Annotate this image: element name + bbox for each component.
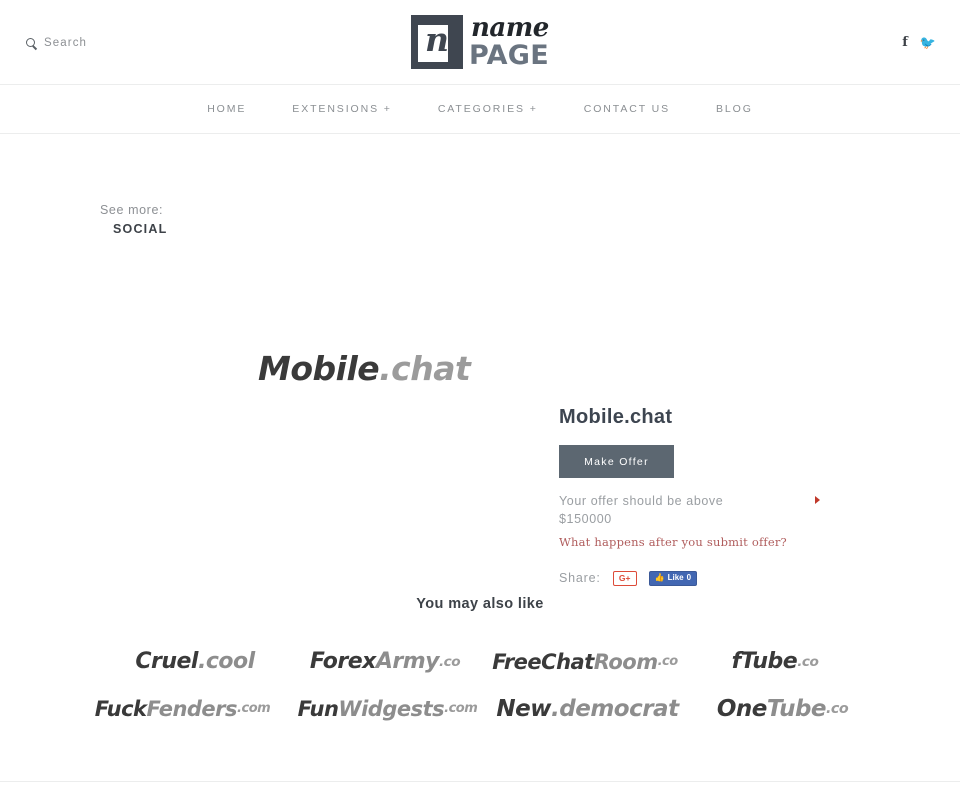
domain-banner-name: Mobile — [258, 349, 380, 388]
facebook-like-label: Like — [667, 573, 684, 583]
nav-item-blog[interactable]: BLOG — [693, 103, 776, 115]
logo-mark-icon: n — [410, 15, 463, 69]
nav-item-extensions[interactable]: EXTENSIONS + — [269, 103, 415, 115]
also-item-part1: fTube — [731, 649, 798, 674]
see-more-block: See more: SOCIAL — [100, 201, 167, 239]
also-item-part2: Widgests — [338, 696, 445, 721]
also-like-item-forexarmy-co[interactable]: Forex Army .co — [290, 638, 480, 685]
search-label: Search — [44, 37, 88, 49]
nav-item-categories[interactable]: CATEGORIES + — [415, 103, 561, 115]
also-item-part1: One — [716, 695, 768, 722]
footer-navigation: ABOUT US TERMS OF SERVICE PRIVACY POLICY… — [0, 782, 960, 796]
also-item-part1: Fuck — [94, 696, 147, 721]
see-more-label: See more: — [100, 203, 164, 217]
also-like-item-freechatroom-co[interactable]: FreeChat Room .co — [480, 638, 690, 685]
also-like-item-new-democrat[interactable]: New .democrat — [490, 685, 685, 732]
domain-banner: Mobile.chat — [258, 349, 471, 388]
also-like-grid: Cruel .cool Forex Army .co FreeChat Room .co … — [80, 638, 880, 732]
search-button[interactable]: Search — [26, 37, 87, 49]
what-happens-link[interactable]: What happens after you submit offer? — [559, 534, 804, 551]
thumbs-up-icon: 👍 — [654, 573, 665, 583]
main-navigation: HOME EXTENSIONS + CATEGORIES + CONTACT U… — [0, 85, 960, 134]
header-social-links: f 🐦 — [902, 36, 936, 49]
offer-minimum-note: Your offer should be above $150000 What … — [559, 492, 820, 551]
also-item-part2: Fenders — [146, 696, 238, 721]
also-item-part1: Fun — [297, 696, 339, 721]
also-item-part3: .co — [797, 653, 819, 670]
offer-panel: Mobile.chat Make Offer Your offer should… — [559, 406, 820, 586]
also-like-item-onetube-co[interactable]: One Tube .co — [685, 685, 880, 732]
also-like-item-fuckfenders-com[interactable]: Fuck Fenders .com — [80, 685, 285, 732]
also-item-part3: .co — [826, 700, 849, 717]
also-item-part2: Tube — [766, 695, 827, 722]
also-item-part3: .com — [444, 701, 478, 716]
nav-item-contact-us[interactable]: CONTACT US — [561, 103, 693, 115]
also-item-part3: .co — [657, 654, 679, 669]
also-item-part1: New — [496, 695, 552, 722]
also-like-item-funwidgests-com[interactable]: Fun Widgests .com — [285, 685, 490, 732]
domain-banner-ext: .chat — [379, 349, 471, 388]
also-item-part1: Cruel — [135, 649, 198, 674]
also-item-part3: .co — [438, 653, 461, 670]
logo-name-text: name — [470, 13, 549, 43]
see-more-category-link[interactable]: SOCIAL — [113, 220, 167, 239]
google-plus-share-button[interactable]: G+ — [612, 570, 637, 586]
also-like-item-ftube-co[interactable]: fTube .co — [690, 638, 860, 685]
also-item-part2: Army — [375, 649, 440, 674]
also-item-part3: .cool — [197, 649, 255, 674]
nav-item-home[interactable]: HOME — [184, 103, 269, 115]
also-item-part2: .democrat — [551, 695, 679, 722]
make-offer-button[interactable]: Make Offer — [559, 445, 674, 478]
also-item-part2: Room — [593, 649, 658, 674]
site-header: Search n name PAGE f 🐦 — [0, 0, 960, 85]
site-logo[interactable]: n name PAGE — [410, 13, 549, 71]
also-item-part3: .com — [237, 701, 271, 716]
also-item-part1: FreeChat — [492, 649, 594, 674]
page-title: Mobile.chat — [559, 406, 673, 428]
facebook-like-button[interactable]: 👍 Like 0 — [648, 570, 698, 586]
offer-note-amount: $150000 — [559, 512, 612, 527]
logo-mark-letter: n — [424, 20, 449, 59]
facebook-icon[interactable]: f — [902, 36, 908, 49]
search-icon — [26, 37, 37, 49]
twitter-icon[interactable]: 🐦 — [920, 36, 936, 49]
share-row: Share: G+ 👍 Like 0 — [559, 570, 819, 586]
logo-wordmark: name PAGE — [469, 15, 549, 69]
facebook-like-count: 0 — [686, 573, 692, 583]
also-like-title: You may also like — [416, 596, 544, 612]
offer-note-line1: Your offer should be above — [559, 494, 724, 508]
also-item-part1: Forex — [309, 649, 376, 674]
also-like-item-cruel-cool[interactable]: Cruel .cool — [100, 638, 290, 685]
red-arrow-icon — [815, 496, 820, 504]
you-may-also-like-section: You may also like Cruel .cool Forex Army .c… — [0, 596, 960, 732]
logo-page-text: PAGE — [468, 40, 550, 71]
share-label: Share: — [559, 571, 601, 586]
